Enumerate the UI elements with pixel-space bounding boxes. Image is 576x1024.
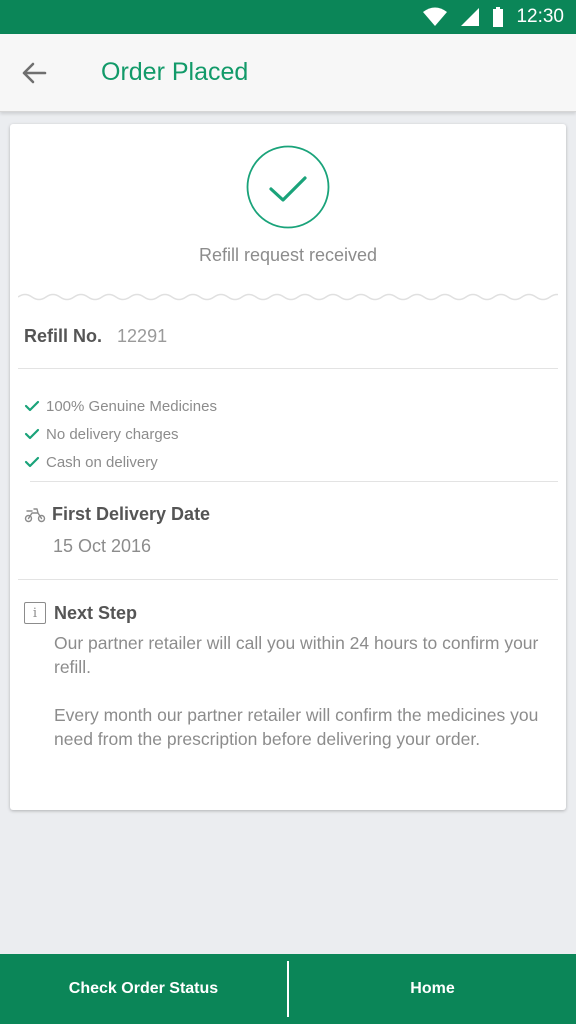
check-icon xyxy=(24,428,40,440)
scooter-icon xyxy=(24,507,46,522)
next-step-paragraph: Our partner retailer will call you withi… xyxy=(54,633,539,677)
delivery-date: 15 Oct 2016 xyxy=(53,536,152,556)
home-button[interactable]: Home xyxy=(289,954,576,1024)
feature-label: No delivery charges xyxy=(46,425,179,443)
status-time: 12:30 xyxy=(516,6,564,27)
list-item: 100% Genuine Medicines xyxy=(24,392,217,420)
delivery-section-title: First Delivery Date xyxy=(24,504,210,525)
check-order-status-button[interactable]: Check Order Status xyxy=(0,954,287,1024)
check-circle-icon xyxy=(246,145,330,229)
divider xyxy=(18,368,558,369)
bottom-action-bar: Check Order Status Home xyxy=(0,954,576,1024)
refill-number-label: Refill No. xyxy=(24,326,103,346)
next-step-section-title: i Next Step xyxy=(24,602,137,624)
info-icon: i xyxy=(24,602,46,624)
wifi-icon xyxy=(423,7,448,26)
back-button[interactable] xyxy=(14,53,54,93)
check-icon xyxy=(24,456,40,468)
divider xyxy=(30,481,558,482)
feature-label: 100% Genuine Medicines xyxy=(46,397,217,415)
cell-signal-icon xyxy=(461,8,480,26)
feature-list: 100% Genuine Medicines No delivery charg… xyxy=(24,392,217,476)
divider xyxy=(18,579,558,580)
refill-number-value: 12291 xyxy=(117,326,168,346)
delivery-title: First Delivery Date xyxy=(52,504,211,524)
wavy-divider xyxy=(18,293,558,301)
list-item: No delivery charges xyxy=(24,420,217,448)
order-confirmation-card: Refill request received Refill No. 12291… xyxy=(10,124,566,810)
refill-number-row: Refill No. 12291 xyxy=(24,326,167,347)
list-item: Cash on delivery xyxy=(24,448,217,476)
arrow-back-icon xyxy=(22,62,47,83)
battery-icon xyxy=(493,7,504,27)
feature-label: Cash on delivery xyxy=(46,453,158,471)
next-step-title: Next Step xyxy=(54,602,138,623)
check-icon xyxy=(24,400,40,412)
confirmation-message: Refill request received xyxy=(198,245,378,265)
page-title: Order Placed xyxy=(101,58,249,86)
status-bar: 12:30 xyxy=(0,0,576,34)
app-bar: Order Placed xyxy=(0,34,576,112)
next-step-paragraph: Every month our partner retailer will co… xyxy=(54,705,539,749)
